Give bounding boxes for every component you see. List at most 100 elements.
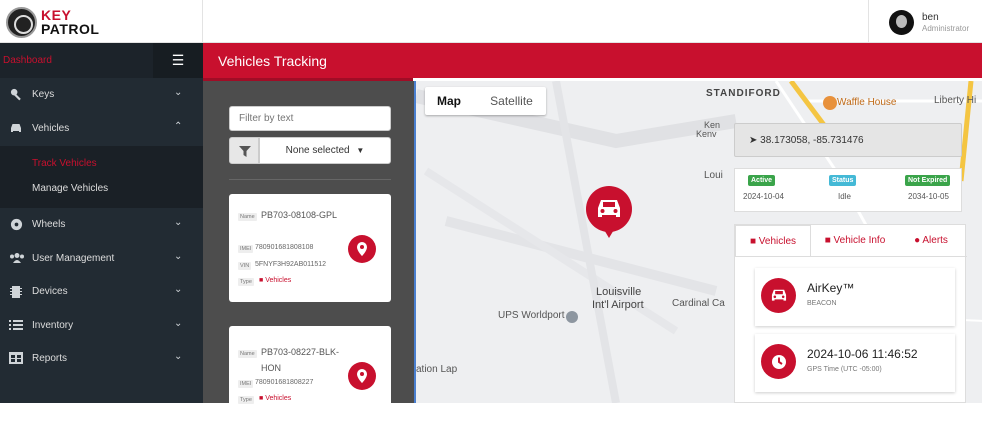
vehicle-card-vin: 5FNYF3H92AB011512	[255, 261, 327, 268]
submenu-track-vehicles[interactable]: Track Vehicles	[32, 158, 97, 169]
sidebar-item-keys[interactable]: Keys ⌄	[0, 78, 203, 112]
map-label-airport-2: Int'l Airport	[592, 299, 644, 311]
sidebar-dashboard-row: Dashboard ☰	[0, 43, 203, 78]
map-label-liberty: Liberty Hi	[934, 95, 977, 106]
avatar[interactable]	[889, 10, 914, 35]
vehicle-card-imei: 780901681808108	[255, 244, 314, 251]
vehicle-card-type: Vehicles	[265, 277, 292, 284]
user-role: Administrator	[922, 24, 970, 33]
satellite-view-button[interactable]: Satellite	[477, 87, 546, 115]
vehicle-card-type: Vehicles	[265, 395, 292, 402]
car-icon: ■	[749, 236, 756, 247]
tab-vehicles[interactable]: ■ Vehicles	[735, 225, 811, 256]
locate-button[interactable]	[348, 362, 376, 390]
chip-icon	[9, 285, 23, 299]
status-badge-status: Status	[829, 175, 857, 186]
clock-icon	[761, 344, 796, 379]
car-icon	[598, 200, 620, 217]
sidebar-item-dashboard[interactable]: Dashboard	[3, 55, 52, 66]
vehicle-list-panel: None selected ▼ Name PB703-08108-GPL IME…	[203, 81, 414, 434]
sidebar-item-reports[interactable]: Reports ⌄	[0, 342, 203, 376]
map-label-lap: ation Lap	[416, 364, 458, 375]
map-label-cardinal: Cardinal Ca	[672, 298, 725, 309]
logo-text-patrol: PATROL	[41, 21, 100, 37]
caret-down-icon: ▼	[356, 146, 365, 155]
device-type: BEACON	[807, 300, 837, 307]
vehicle-card-imei: 780901681808227	[255, 379, 314, 386]
vehicle-card[interactable]: Name PB703-08227-BLK-HON IMEI 7809016818…	[229, 326, 391, 434]
device-info-card: AirKey™ BEACON	[755, 268, 955, 326]
user-name: ben	[922, 12, 939, 23]
list-divider	[229, 179, 391, 180]
tab-vehicle-info[interactable]: ■ Vehicle Info	[815, 225, 895, 256]
map-label-standiford: STANDIFORD	[706, 88, 781, 99]
vehicles-submenu: Track Vehicles Manage Vehicles	[0, 146, 203, 208]
vehicle-card[interactable]: Name PB703-08108-GPL IMEI 78090168180810…	[229, 194, 391, 302]
device-name: AirKey™	[807, 281, 855, 295]
sidebar-item-wheels[interactable]: Wheels ⌄	[0, 208, 203, 242]
user-menu[interactable]: ben Administrator	[868, 0, 982, 43]
map-label-airport-1: Louisville	[596, 286, 642, 298]
logo-emblem-icon	[6, 7, 37, 38]
status-summary: Active 2024-10-04 Status Idle Not Expire…	[734, 168, 962, 212]
status-badge-active: Active	[748, 175, 776, 186]
status-expiry-date: 2034-10-05	[908, 192, 949, 201]
coordinates-box: ➤ 38.173058, -85.731476	[734, 123, 962, 157]
sidebar-item-vehicles[interactable]: Vehicles ⌃	[0, 112, 203, 146]
filter-input[interactable]	[229, 106, 391, 131]
car-icon: ■	[259, 395, 264, 402]
car-icon	[761, 278, 796, 313]
chevron-up-icon: ⌃	[174, 121, 183, 132]
vehicle-card-name: PB703-08227-BLK-HON	[261, 347, 340, 373]
coordinates-text: 38.173058, -85.731476	[760, 135, 864, 146]
header-divider	[202, 0, 203, 43]
sidebar: Dashboard ☰ Keys ⌄ Vehicles ⌃ Track Vehi…	[0, 43, 203, 403]
chevron-down-icon: ⌄	[174, 251, 183, 262]
vehicle-select-dropdown[interactable]: None selected ▼	[259, 137, 391, 164]
filter-icon	[239, 146, 251, 157]
hamburger-menu-icon[interactable]: ☰	[153, 43, 203, 78]
chevron-down-icon: ⌄	[174, 351, 183, 362]
wheel-icon	[9, 218, 23, 232]
logo-text-key: KEY	[41, 7, 72, 23]
gps-time-card: 2024-10-06 11:46:52 GPS Time (UTC -05:00…	[755, 334, 955, 392]
map-view[interactable]: Map Satellite STANDIFORD Waffle House Li…	[414, 81, 982, 403]
top-bar: KEY PATROL ben Administrator	[0, 0, 982, 43]
map-view-button[interactable]: Map	[425, 87, 473, 115]
map-label-ups: UPS Worldport	[498, 310, 565, 321]
car-icon: ■	[259, 277, 264, 284]
locate-button[interactable]	[348, 235, 376, 263]
map-label-kenv-2: Kenv	[696, 129, 717, 139]
submenu-manage-vehicles[interactable]: Manage Vehicles	[32, 183, 108, 194]
gps-timezone: GPS Time (UTC -05:00)	[807, 366, 882, 373]
gps-timestamp: 2024-10-06 11:46:52	[807, 347, 918, 361]
list-icon	[9, 319, 23, 333]
tab-alerts[interactable]: ● Alerts	[899, 225, 963, 256]
page-header: Vehicles Tracking	[203, 43, 982, 81]
map-pin-icon	[357, 369, 367, 383]
info-tabs: ■ Vehicles ■ Vehicle Info ● Alerts AirKe…	[734, 224, 967, 403]
chevron-down-icon: ⌄	[174, 284, 183, 295]
chevron-down-icon: ⌄	[174, 217, 183, 228]
vehicle-card-name: PB703-08108-GPL	[261, 210, 338, 220]
key-patrol-logo[interactable]: KEY PATROL	[6, 7, 201, 39]
car-icon: ■	[824, 235, 831, 246]
table-icon	[9, 352, 23, 366]
key-icon	[9, 88, 23, 102]
sidebar-item-devices[interactable]: Devices ⌄	[0, 275, 203, 309]
status-badge-not-expired: Not Expired	[905, 175, 951, 186]
status-value: Idle	[838, 192, 851, 201]
vehicle-map-marker[interactable]	[586, 186, 632, 238]
status-active-date: 2024-10-04	[743, 192, 784, 201]
map-label-waffle-house: Waffle House	[837, 97, 897, 108]
bell-icon: ●	[914, 235, 921, 246]
car-icon	[9, 122, 23, 136]
sidebar-item-inventory[interactable]: Inventory ⌄	[0, 309, 203, 343]
filter-button[interactable]	[229, 137, 259, 164]
vehicle-info-panel: ➤ 38.173058, -85.731476 Active 2024-10-0…	[734, 123, 967, 403]
chevron-down-icon: ⌄	[174, 87, 183, 98]
map-label-loui: Loui	[704, 170, 723, 181]
chevron-down-icon: ⌄	[174, 318, 183, 329]
sidebar-item-user-management[interactable]: User Management ⌄	[0, 242, 203, 276]
location-arrow-icon: ➤	[749, 135, 758, 146]
